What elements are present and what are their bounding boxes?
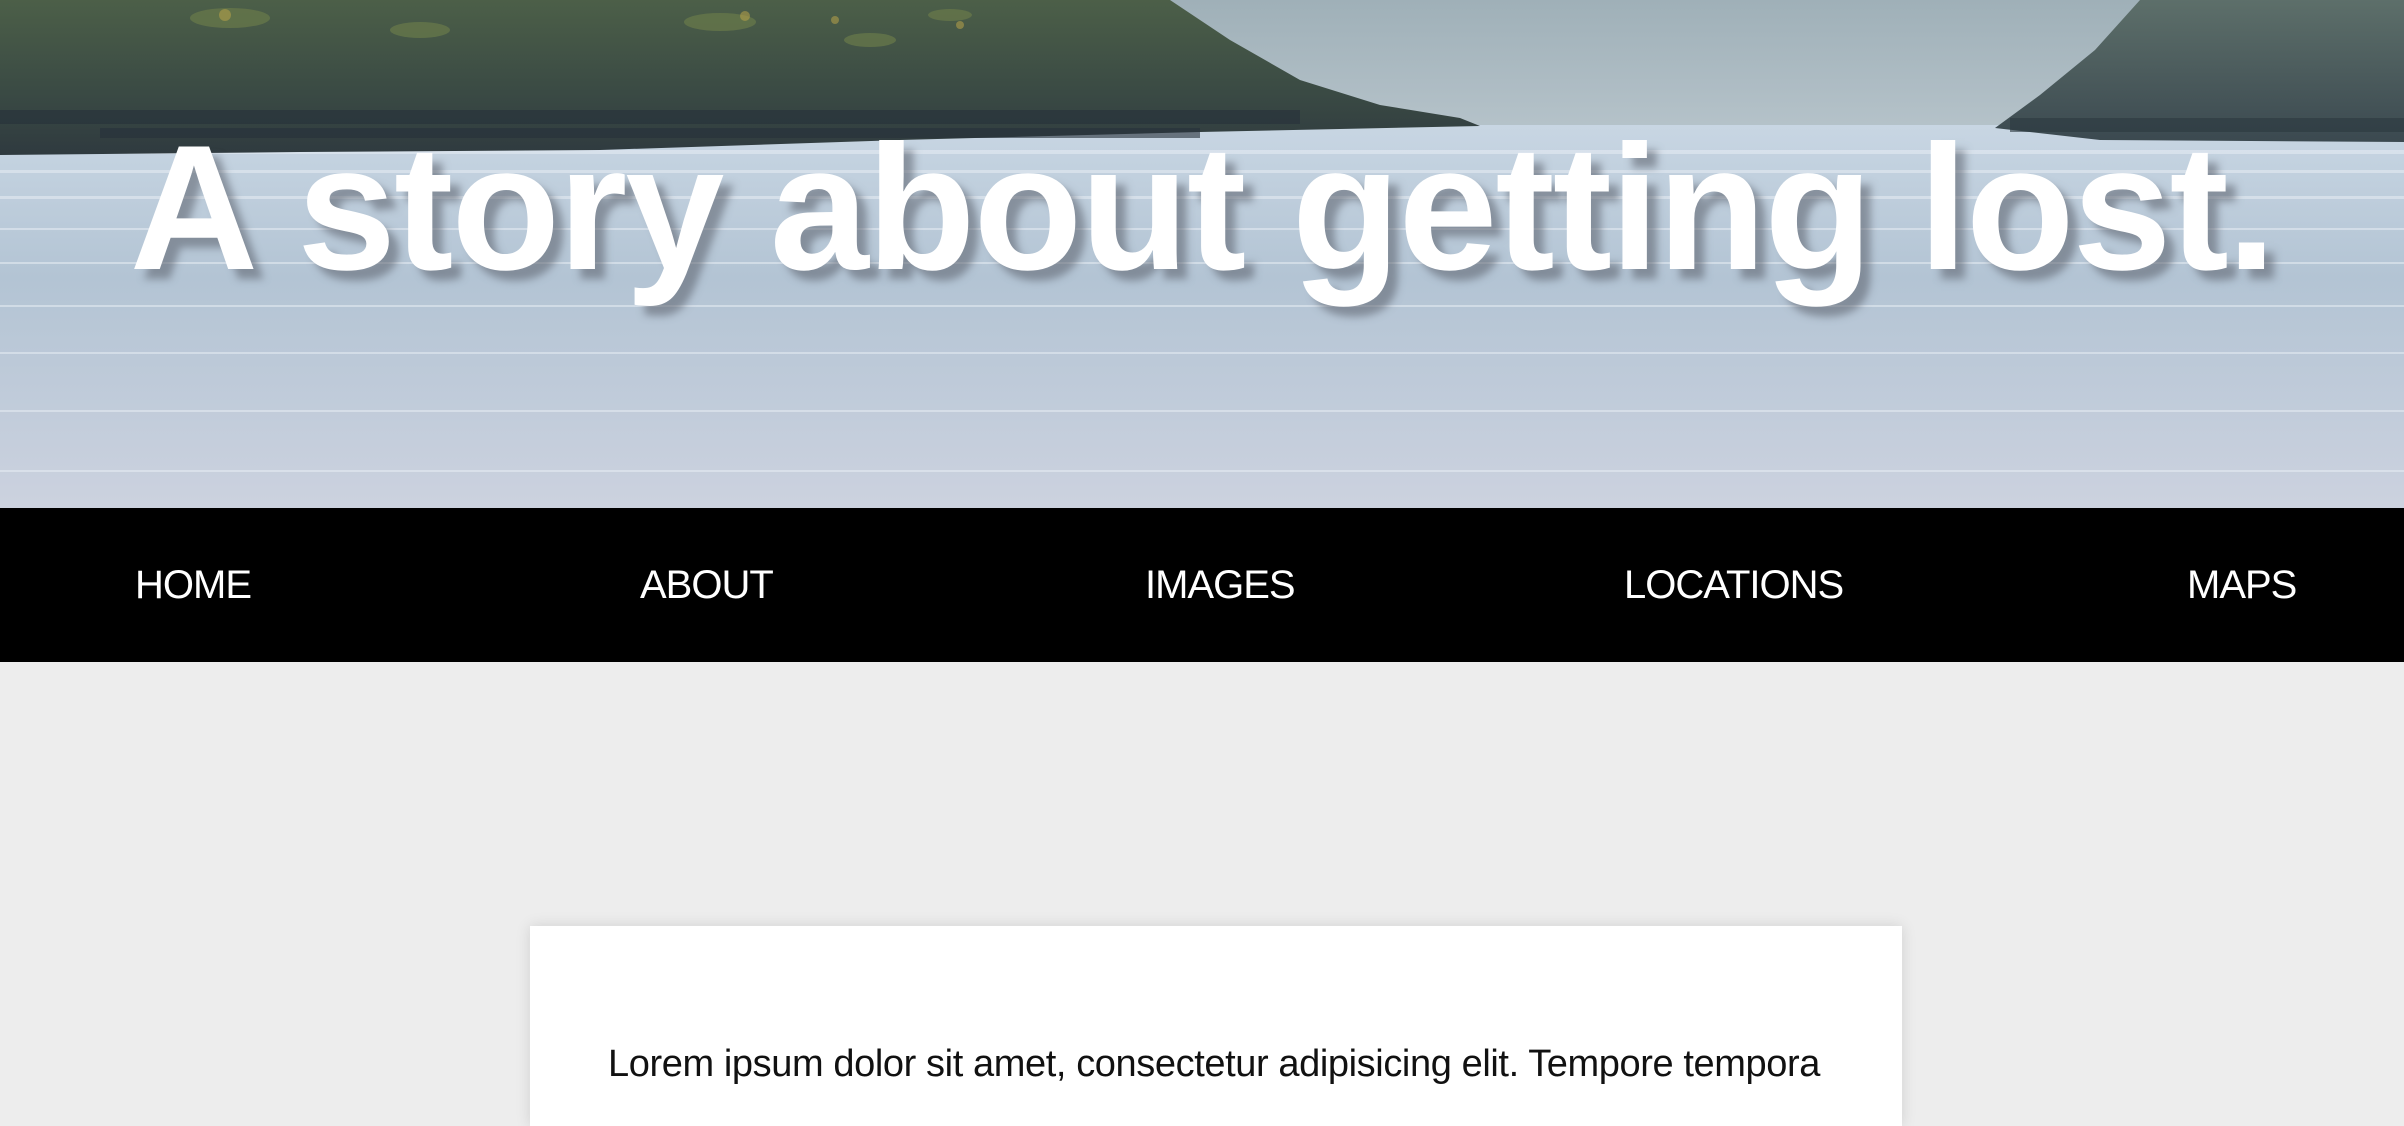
nav-maps-link[interactable]: MAPS [2187, 508, 2297, 662]
nav-about-link[interactable]: ABOUT [640, 508, 774, 662]
nav-locations-link[interactable]: LOCATIONS [1624, 508, 1844, 662]
nav-images-link[interactable]: IMAGES [1145, 508, 1296, 662]
nav-home-link[interactable]: HOME [135, 508, 252, 662]
main-navigation: HOME ABOUT IMAGES LOCATIONS MAPS [0, 508, 2404, 662]
hero-banner: A story about getting lost. [0, 0, 2404, 508]
content-paragraph: Lorem ipsum dolor sit amet, consectetur … [608, 1043, 1820, 1085]
content-card: Lorem ipsum dolor sit amet, consectetur … [530, 926, 1902, 1126]
hero-title: A story about getting lost. [129, 108, 2277, 307]
